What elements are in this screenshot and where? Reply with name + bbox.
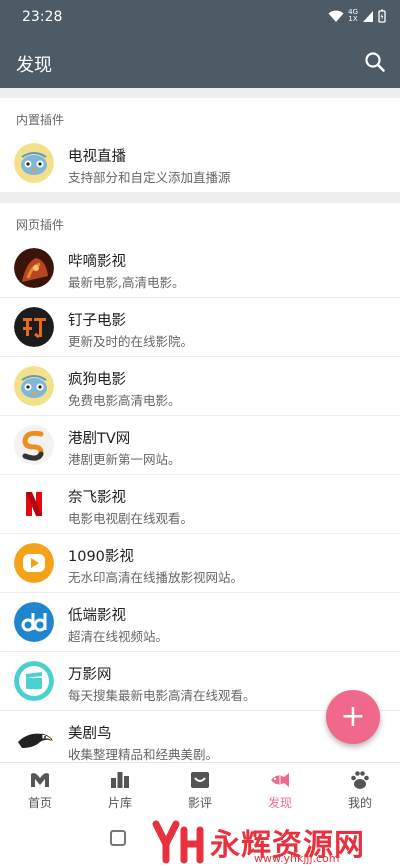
- plugin-list: 内置插件 电视直播 支持部分和自定义添加直播源 网页插件 哔嘀影视 最新电影,高…: [0, 88, 400, 762]
- item-desc: 免费电影高清电影。: [68, 393, 181, 408]
- bird-icon: [14, 366, 54, 406]
- item-desc: 每天搜集最新电影高清在线观看。: [68, 688, 256, 703]
- nav-label: 发现: [267, 796, 292, 810]
- network-indicator: 4G 1X: [348, 8, 358, 23]
- item-desc: 无水印高清在线播放影视网站。: [68, 570, 244, 585]
- item-name: 钉子电影: [68, 313, 126, 329]
- section-header-web: 网页插件: [16, 218, 65, 232]
- nav-label: 影评: [187, 796, 212, 810]
- ding-icon: [14, 307, 54, 347]
- bird-icon: [14, 143, 54, 183]
- library-icon: [111, 772, 129, 788]
- list-item[interactable]: 电视直播 支持部分和自定义添加直播源: [0, 134, 400, 193]
- nav-label: 我的: [347, 796, 372, 810]
- bottom-nav: 首页 片库 影评 发现 我的: [0, 762, 400, 814]
- watermark-url: www.yhkjjj.com: [254, 852, 340, 865]
- item-name: 电视直播: [68, 149, 126, 165]
- add-plugin-button[interactable]: +: [326, 690, 380, 744]
- list-item[interactable]: 低端影视 超清在线视频站。: [0, 593, 400, 652]
- signal-icon: [363, 10, 373, 22]
- status-bar: 23:28 4G 1X: [0, 0, 400, 36]
- nav-item-profile[interactable]: 我的: [320, 763, 400, 814]
- nav-label: 片库: [107, 796, 132, 810]
- eagle-icon: [14, 720, 54, 760]
- list-item[interactable]: 哔嘀影视 最新电影,高清电影。: [0, 239, 400, 298]
- list-item[interactable]: 奈飞影视 电影电视剧在线观看。: [0, 475, 400, 534]
- page-title: 发现: [16, 55, 52, 76]
- search-icon[interactable]: [362, 49, 388, 75]
- item-desc: 最新电影,高清电影。: [68, 275, 185, 290]
- item-desc: 更新及时的在线影院。: [68, 334, 194, 349]
- item-name: 疯狗电影: [68, 372, 126, 388]
- item-name: 万影网: [68, 667, 112, 683]
- play-icon: [14, 543, 54, 583]
- status-icons: 4G 1X: [328, 9, 386, 23]
- section-divider: [0, 88, 400, 98]
- item-desc: 超清在线视频站。: [68, 629, 169, 644]
- watermark-logo: [152, 820, 204, 864]
- discover-icon: [271, 773, 289, 787]
- watermark: 永辉资源网 www.yhkjjj.com: [150, 820, 390, 866]
- nav-item-library[interactable]: 片库: [80, 763, 160, 814]
- home-icon: [31, 773, 49, 787]
- app-bar: 发现: [0, 36, 400, 88]
- item-desc: 港剧更新第一网站。: [68, 452, 181, 467]
- list-item[interactable]: 疯狗电影 免费电影高清电影。: [0, 357, 400, 416]
- item-desc: 电影电视剧在线观看。: [68, 511, 194, 526]
- item-name: 港剧TV网: [68, 431, 131, 447]
- item-name: 奈飞影视: [68, 490, 126, 506]
- item-desc: 收集整理精品和经典美剧。: [68, 747, 219, 762]
- list-item[interactable]: 1090影视 无水印高清在线播放影视网站。: [0, 534, 400, 593]
- dd-icon: [14, 602, 54, 642]
- section-divider: [0, 193, 400, 203]
- nav-item-review[interactable]: 影评: [160, 763, 240, 814]
- clapper-icon: [14, 661, 54, 701]
- item-name: 美剧鸟: [68, 726, 112, 742]
- wifi-icon: [328, 10, 344, 22]
- nav-label: 首页: [27, 796, 52, 810]
- system-nav-bar: 永辉资源网 www.yhkjjj.com: [0, 814, 400, 866]
- battery-icon: [378, 9, 386, 23]
- item-name: 哔嘀影视: [68, 254, 126, 270]
- review-icon: [191, 772, 209, 788]
- plus-icon: +: [340, 699, 366, 734]
- item-name: 低端影视: [68, 608, 126, 624]
- status-time: 23:28: [22, 9, 63, 25]
- item-name: 1090影视: [68, 549, 134, 565]
- list-item[interactable]: 港剧TV网 港剧更新第一网站。: [0, 416, 400, 475]
- nav-item-discover[interactable]: 发现: [240, 763, 320, 814]
- section-header-builtin: 内置插件: [16, 113, 65, 127]
- nav-item-home[interactable]: 首页: [0, 763, 80, 814]
- warrior-icon: [14, 248, 54, 288]
- profile-icon: [351, 771, 369, 789]
- item-desc: 支持部分和自定义添加直播源: [68, 170, 231, 185]
- recent-apps-button[interactable]: [110, 830, 126, 846]
- n-logo-icon: [14, 484, 54, 524]
- s-logo-icon: [14, 425, 54, 465]
- list-item[interactable]: 钉子电影 更新及时的在线影院。: [0, 298, 400, 357]
